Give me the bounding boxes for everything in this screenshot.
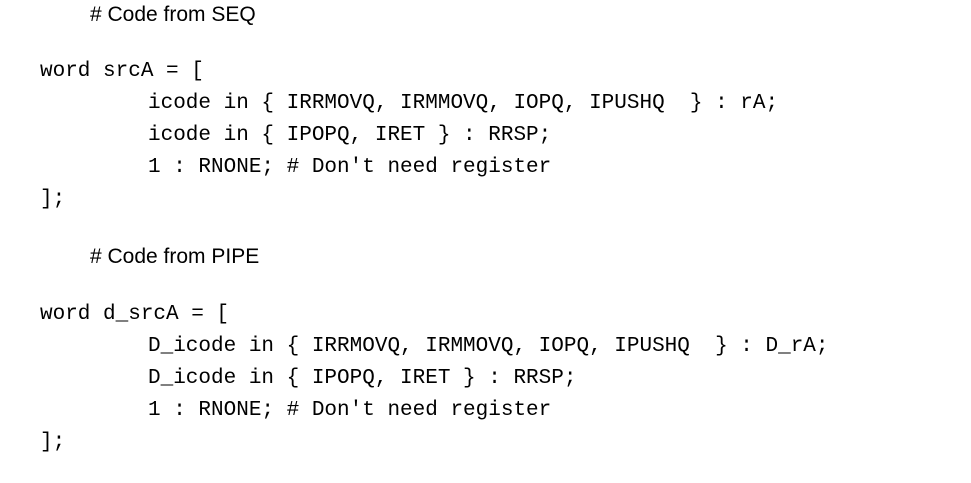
pipe-declaration-line: word d_srcA = [ (40, 303, 230, 326)
seq-comment-heading: # Code from SEQ (90, 3, 256, 26)
pipe-case-line-2: D_icode in { IPOPQ, IRET } : RRSP; (148, 367, 577, 390)
pipe-case-line-3: 1 : RNONE; # Don't need register (148, 399, 552, 422)
seq-case-line-2: icode in { IPOPQ, IRET } : RRSP; (148, 124, 552, 147)
seq-case-line-3: 1 : RNONE; # Don't need register (148, 156, 552, 179)
pipe-comment-heading: # Code from PIPE (90, 245, 260, 268)
seq-declaration-line: word srcA = [ (40, 60, 204, 83)
pipe-closing-line: ]; (40, 431, 66, 454)
seq-closing-line: ]; (40, 188, 66, 211)
seq-case-line-1: icode in { IRRMOVQ, IRMMOVQ, IOPQ, IPUSH… (148, 92, 779, 115)
pipe-case-line-1: D_icode in { IRRMOVQ, IRMMOVQ, IOPQ, IPU… (148, 335, 829, 358)
code-document: # Code from SEQ word srcA = [ icode in {… (0, 0, 971, 483)
